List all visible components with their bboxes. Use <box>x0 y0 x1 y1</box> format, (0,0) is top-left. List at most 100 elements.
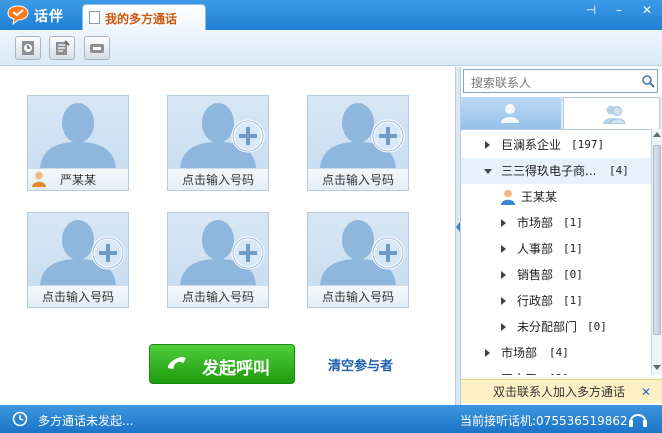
add-participant-icon[interactable] <box>90 235 126 271</box>
tree-dept[interactable]: 销售部 [0] <box>461 262 651 288</box>
dept-count: [0] <box>587 320 607 333</box>
person-name: 王某某 <box>521 190 558 204</box>
expand-arrow-icon[interactable] <box>501 297 506 305</box>
collapse-arrow-icon[interactable] <box>484 169 492 174</box>
tab-multi-party-call[interactable]: 我的多方通话 <box>82 4 206 31</box>
title-bar: 话伴 我的多方通话 ⊣ – ✕ <box>0 0 662 31</box>
empty-participant-slot[interactable]: 点击输入号码 <box>167 95 269 191</box>
empty-participant-slot[interactable]: 点击输入号码 <box>27 212 129 308</box>
call-history-button[interactable] <box>15 36 41 60</box>
search-box[interactable]: 搜索联系人 <box>463 69 658 93</box>
slot-label: 点击输入号码 <box>308 285 408 307</box>
hint-close-icon[interactable]: ✕ <box>641 380 651 404</box>
group-users-icon <box>603 105 626 124</box>
phone-handset-icon <box>168 356 186 369</box>
dept-name: 销售部 <box>517 268 554 282</box>
call-status-text: 多方通话未发起... <box>38 414 134 428</box>
hint-text: 双击联系人加入多方通话 <box>493 385 626 399</box>
start-call-label: 发起呼叫 <box>202 359 270 378</box>
tree-company-2[interactable]: 三三得玖电子商... [4] <box>461 158 651 184</box>
add-participant-icon[interactable] <box>230 118 266 154</box>
tree-dept[interactable]: 市场部 [1] <box>461 210 651 236</box>
avatar-silhouette-icon <box>40 103 116 168</box>
slot-label: 点击输入号码 <box>168 285 268 307</box>
company-count: [4] <box>609 164 629 177</box>
participants-area: 严某某 点击输入号码 点击输入号码 点击输入号码 点击输入号码 点击输入号码 发起呼叫 清… <box>0 67 455 405</box>
empty-participant-slot[interactable]: 点击输入号码 <box>167 212 269 308</box>
scroll-up-icon[interactable] <box>653 132 661 137</box>
contact-tabs <box>461 97 662 129</box>
dept-count: [1] <box>563 294 583 307</box>
document-icon <box>89 11 100 24</box>
search-icon[interactable] <box>641 74 655 88</box>
expand-arrow-icon[interactable] <box>485 349 490 357</box>
headset-icon[interactable] <box>628 410 648 428</box>
slot-label: 点击输入号码 <box>308 168 408 190</box>
tree-dept[interactable]: 行政部 [1] <box>461 288 651 314</box>
notepad-icon <box>56 40 70 55</box>
tree-scrollbar[interactable] <box>651 129 662 375</box>
minimize-button[interactable]: – <box>610 2 628 18</box>
expand-arrow-icon[interactable] <box>501 271 506 279</box>
close-window-button[interactable]: ✕ <box>638 2 656 18</box>
scroll-thumb[interactable] <box>653 145 661 335</box>
start-call-button[interactable]: 发起呼叫 <box>149 344 295 384</box>
dept-name: 行政部 <box>517 294 554 308</box>
company-name: 巨澜系企业 <box>501 138 562 152</box>
hint-bar: 双击联系人加入多方通话 ✕ <box>461 379 662 403</box>
app-logo-icon <box>7 5 29 25</box>
slot-label: 点击输入号码 <box>28 285 128 307</box>
contact-tree: 巨澜系企业 [197] 三三得玖电子商... [4] 王某某 市场部 [1] 人事部… <box>461 129 651 375</box>
company-name: 三三得玖电子商... <box>501 164 597 178</box>
slot-label: 点击输入号码 <box>168 168 268 190</box>
dept-name: 人事部 <box>517 242 554 256</box>
status-bar: 多方通话未发起... 当前接听话机:075536519862 <box>0 405 662 433</box>
add-participant-icon[interactable] <box>370 118 406 154</box>
dept-count: [0] <box>563 268 583 281</box>
participant-slot[interactable]: 严某某 <box>27 95 129 191</box>
person-icon <box>501 189 515 205</box>
contacts-panel: 搜索联系人 巨澜系企业 [197] 三三得玖电子商... [4] 王某某 市场部… <box>460 67 662 405</box>
tree-dept[interactable]: 人事部 [1] <box>461 236 651 262</box>
hangup-button[interactable] <box>84 36 110 60</box>
dept-name: 市场部 <box>517 216 554 230</box>
tree-dept-top[interactable]: 市场部 [4] <box>461 340 651 366</box>
search-input[interactable]: 搜索联系人 <box>471 74 531 91</box>
clock-book-icon <box>22 41 34 55</box>
expand-arrow-icon[interactable] <box>501 323 506 331</box>
notes-button[interactable] <box>49 36 75 60</box>
pin-button[interactable]: ⊣ <box>582 2 600 18</box>
empty-participant-slot[interactable]: 点击输入号码 <box>307 95 409 191</box>
dept-name: 未分配部门 <box>517 320 578 334</box>
clear-participants-link[interactable]: 清空参与者 <box>328 355 393 374</box>
tree-person[interactable]: 王某某 <box>461 184 651 210</box>
dept-count: [4] <box>549 346 569 359</box>
tree-cut-row[interactable]: 工小三 [2] <box>461 366 651 375</box>
group-count: [2] <box>549 366 569 375</box>
tree-company-1[interactable]: 巨澜系企业 [197] <box>461 132 651 158</box>
toolbar <box>0 30 662 66</box>
expand-arrow-icon[interactable] <box>501 245 506 253</box>
add-participant-icon[interactable] <box>230 235 266 271</box>
multi-party-call-window: 话伴 我的多方通话 ⊣ – ✕ 严某某 点击输入号码 点击输入号码 点击输入号码 点击输… <box>0 0 662 433</box>
dept-count: [1] <box>563 216 583 229</box>
dept-name: 市场部 <box>501 346 538 360</box>
dept-count: [1] <box>563 242 583 255</box>
company-count: [197] <box>571 138 605 151</box>
person-icon <box>32 171 46 187</box>
expand-arrow-icon[interactable] <box>501 219 506 227</box>
app-name: 话伴 <box>34 9 64 25</box>
expand-arrow-icon[interactable] <box>485 141 490 149</box>
tree-dept[interactable]: 未分配部门 [0] <box>461 314 651 340</box>
single-user-icon <box>501 104 519 123</box>
tab-label: 我的多方通话 <box>105 12 178 26</box>
empty-participant-slot[interactable]: 点击输入号码 <box>307 212 409 308</box>
add-participant-icon[interactable] <box>370 235 406 271</box>
phone-icon <box>90 44 104 53</box>
phone-info-text: 当前接听话机:075536519862 <box>460 414 628 428</box>
clock-icon <box>12 411 28 427</box>
tab-single-contact[interactable] <box>461 97 561 129</box>
tab-group-contacts[interactable] <box>563 97 660 129</box>
scroll-down-icon[interactable] <box>653 365 661 370</box>
group-name: 工小三 <box>501 366 537 375</box>
